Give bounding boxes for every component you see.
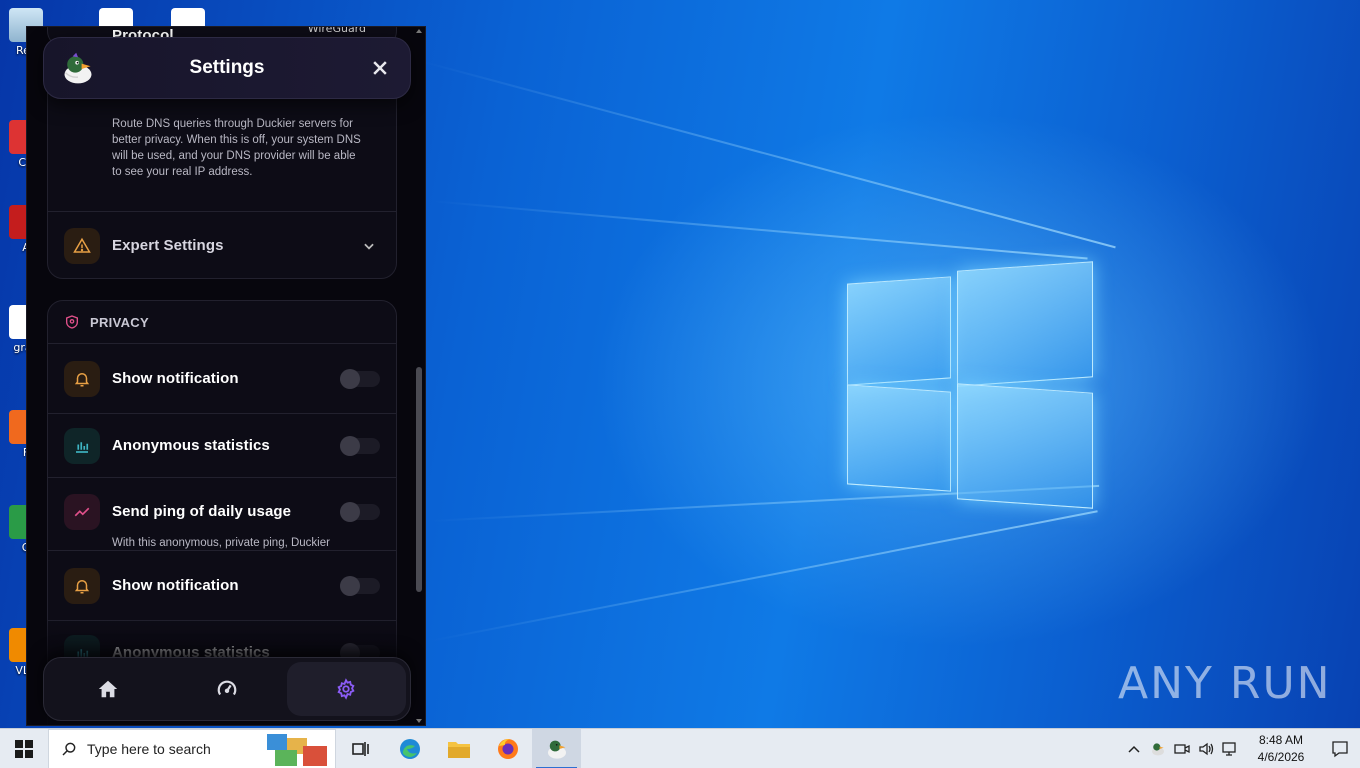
nav-settings-button[interactable] xyxy=(286,662,406,716)
start-button[interactable] xyxy=(0,729,48,768)
search-placeholder: Type here to search xyxy=(87,740,211,757)
expert-settings-row[interactable]: Expert Settings xyxy=(48,211,396,278)
privacy-heading: PRIVACY xyxy=(90,314,149,330)
speedometer-icon xyxy=(217,680,237,696)
action-center-button[interactable] xyxy=(1320,729,1360,768)
tray-overflow-button[interactable] xyxy=(1122,729,1146,768)
duck-logo-icon xyxy=(547,740,566,759)
dns-description: Route DNS queries through Duckier server… xyxy=(112,118,361,178)
system-tray: 8:48 AM 4/6/2026 xyxy=(1122,729,1360,768)
anyrun-watermark: ANY RUN xyxy=(1118,658,1332,709)
firefox-button[interactable] xyxy=(483,729,532,768)
windows-logo-pane xyxy=(847,384,951,492)
duckier-vpn-taskbar-button[interactable] xyxy=(532,728,581,768)
privacy-item-anonymous-statistics[interactable]: Anonymous statistics xyxy=(48,413,396,477)
scrollbar-thumb[interactable] xyxy=(416,367,422,592)
tray-volume-button[interactable] xyxy=(1194,729,1218,768)
bar-chart-icon xyxy=(64,427,100,464)
send-ping-toggle[interactable] xyxy=(340,502,380,522)
tray-meet-button[interactable] xyxy=(1170,729,1194,768)
protocol-value[interactable]: WireGuard xyxy=(308,27,366,35)
toggle-knob xyxy=(340,368,360,389)
watermark-text: ANY RUN xyxy=(1118,658,1332,709)
camera-icon xyxy=(1174,744,1190,754)
show-notification-toggle[interactable] xyxy=(340,575,380,596)
bell-icon xyxy=(64,567,100,604)
clock-date: 4/6/2026 xyxy=(1257,750,1305,764)
bottom-navigation xyxy=(43,657,411,721)
tray-network-button[interactable] xyxy=(1218,729,1242,768)
toggle-knob xyxy=(340,575,360,596)
light-beam xyxy=(419,60,1116,249)
notification-icon xyxy=(1332,741,1348,758)
trend-icon xyxy=(64,494,100,530)
duck-logo-icon xyxy=(1152,743,1164,756)
search-highlight-art-icon xyxy=(267,733,327,766)
privacy-item-label: Send ping of daily usage xyxy=(112,503,292,520)
light-beam xyxy=(429,510,1098,642)
taskbar: Type here to search 8:48 AM 4/6/2026 xyxy=(0,728,1360,768)
toggle-knob xyxy=(340,502,360,522)
windows-start-icon xyxy=(15,739,33,758)
windows-logo-pane xyxy=(847,276,951,386)
gear-icon xyxy=(337,678,355,700)
windows-logo-pane xyxy=(957,261,1093,387)
firefox-icon xyxy=(497,738,518,759)
taskbar-clock[interactable]: 8:48 AM 4/6/2026 xyxy=(1242,732,1320,766)
task-view-button[interactable] xyxy=(336,729,385,768)
duck-logo-icon xyxy=(64,52,92,84)
light-beam xyxy=(429,200,1088,260)
file-explorer-button[interactable] xyxy=(434,729,483,768)
privacy-item-show-notification[interactable]: Show notification xyxy=(48,550,396,620)
edge-button[interactable] xyxy=(385,729,434,768)
nav-speed-button[interactable] xyxy=(167,662,286,716)
chevron-down-icon[interactable] xyxy=(362,239,376,253)
volume-icon xyxy=(1199,742,1214,756)
anonymous-statistics-toggle[interactable] xyxy=(340,435,380,456)
nav-home-button[interactable] xyxy=(48,662,167,716)
privacy-item-show-notification[interactable]: Show notification xyxy=(48,343,396,413)
privacy-item-label: Show notification xyxy=(112,577,239,594)
page-title: Settings xyxy=(189,57,265,78)
privacy-item-label: Show notification xyxy=(112,370,239,387)
settings-header: Settings xyxy=(43,37,411,99)
clock-time: 8:48 AM xyxy=(1258,733,1304,747)
home-icon xyxy=(98,680,117,698)
expert-settings-label: Expert Settings xyxy=(112,237,224,254)
folder-icon xyxy=(447,741,470,758)
edge-icon xyxy=(399,738,420,759)
toggle-knob xyxy=(340,435,360,456)
warning-icon xyxy=(64,227,100,264)
windows-logo-pane xyxy=(957,383,1093,509)
shield-icon xyxy=(66,315,78,329)
send-ping-description: With this anonymous, private ping, Ducki… xyxy=(112,537,330,549)
chevron-up-icon xyxy=(1128,745,1140,753)
network-icon xyxy=(1222,742,1236,756)
close-icon[interactable] xyxy=(370,58,390,78)
show-notification-toggle[interactable] xyxy=(340,368,380,389)
tray-duckier-button[interactable] xyxy=(1146,729,1170,768)
scroll-up-arrow[interactable] xyxy=(416,29,422,33)
settings-window: Protocol WireGuard Route DNS queries thr… xyxy=(26,26,426,726)
privacy-section-header: PRIVACY xyxy=(48,301,396,343)
taskbar-search-box[interactable]: Type here to search xyxy=(48,728,336,768)
privacy-item-label: Anonymous statistics xyxy=(112,437,270,454)
scroll-down-arrow[interactable] xyxy=(416,719,422,723)
bell-icon xyxy=(64,360,100,397)
privacy-item-send-ping[interactable]: Send ping of daily usage With this anony… xyxy=(48,477,396,550)
search-icon xyxy=(62,742,76,756)
scrollbar[interactable] xyxy=(415,27,423,725)
task-view-icon xyxy=(351,741,369,756)
